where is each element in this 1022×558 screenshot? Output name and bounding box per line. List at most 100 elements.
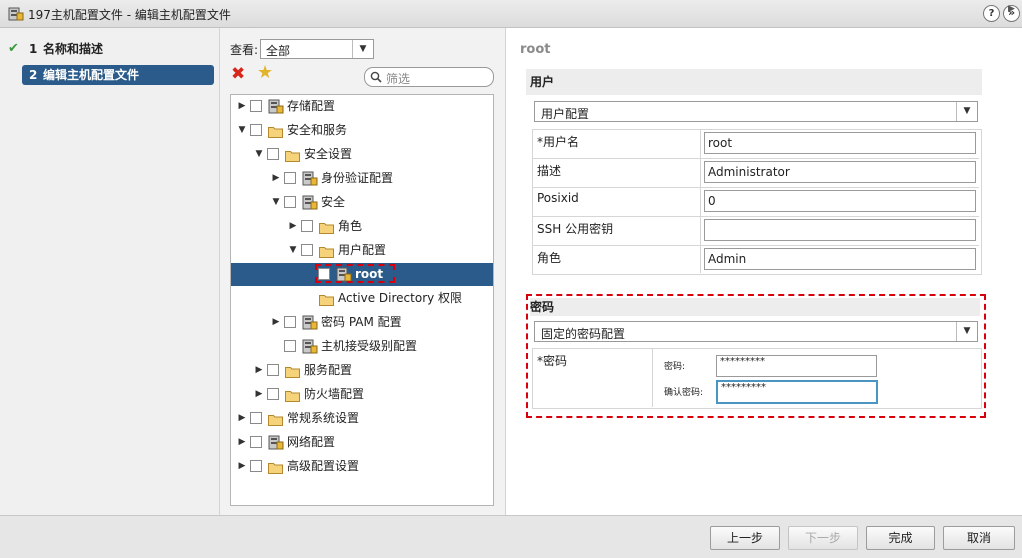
tree-row-label: 存储配置: [287, 99, 336, 113]
user-policy-value: 用户配置: [541, 107, 590, 121]
tree-row[interactable]: 主机接受级别配置: [231, 335, 493, 358]
collapse-toggle-icon[interactable]: ▼: [288, 239, 298, 262]
tree-row[interactable]: root: [231, 263, 493, 286]
tree-checkbox[interactable]: [250, 124, 262, 136]
tree-row[interactable]: ▼ 安全和服务: [231, 119, 493, 142]
filter-input[interactable]: 筛选: [364, 67, 494, 87]
tree-row[interactable]: ▶ 高级配置设置: [231, 455, 493, 478]
view-select[interactable]: 全部 ▼: [260, 39, 374, 59]
collapse-toggle-icon[interactable]: ▼: [271, 191, 281, 214]
back-button[interactable]: 上一步: [710, 526, 780, 550]
tree-checkbox[interactable]: [250, 412, 262, 424]
user-field-input[interactable]: 0: [704, 190, 976, 212]
filter-placeholder: 筛选: [386, 72, 411, 86]
user-field-input[interactable]: root: [704, 132, 976, 154]
user-field-input[interactable]: Admin: [704, 248, 976, 270]
remove-icon[interactable]: ✖: [231, 66, 245, 83]
folder-icon: [285, 147, 300, 162]
folder-icon: [268, 123, 283, 138]
tree-row[interactable]: ▶ 防火墙配置: [231, 383, 493, 406]
collapse-toggle-icon[interactable]: ▼: [254, 143, 264, 166]
chevron-down-icon: ▼: [956, 102, 977, 121]
window-title: 197主机配置文件 - 编辑主机配置文件: [28, 8, 231, 22]
search-icon: [370, 71, 382, 83]
user-policy-select[interactable]: 用户配置 ▼: [534, 101, 978, 122]
next-button[interactable]: 下一步: [788, 526, 858, 550]
selected-node-highlight: [315, 264, 395, 283]
user-field-input[interactable]: [704, 219, 976, 241]
user-section-heading: 用户: [530, 75, 555, 89]
tree-row[interactable]: ▼ 安全设置: [231, 143, 493, 166]
tree-row[interactable]: ▶ 身份验证配置: [231, 167, 493, 190]
favorite-star-icon[interactable]: ★: [257, 64, 273, 82]
tree-checkbox[interactable]: [284, 172, 296, 184]
chevron-down-icon: ▼: [956, 322, 977, 341]
tree-checkbox[interactable]: [250, 100, 262, 112]
tree-checkbox[interactable]: [301, 244, 313, 256]
expand-toggle-icon[interactable]: ▶: [237, 431, 247, 454]
detail-pane: root 用户 用户配置 ▼ 密码 固定的密码配置 ▼ *密码 密码: ****…: [506, 4, 1022, 515]
folder-icon: [319, 291, 334, 306]
tree-row[interactable]: ▶ 存储配置: [231, 95, 493, 118]
cancel-button[interactable]: 取消: [943, 526, 1015, 550]
folder-icon: [268, 411, 283, 426]
tree-checkbox[interactable]: [250, 460, 262, 472]
tree-row[interactable]: ▼ 用户配置: [231, 239, 493, 262]
title-bar: 197主机配置文件 - 编辑主机配置文件 ? »: [0, 0, 1022, 28]
step-name-description[interactable]: ✔ 1 名称和描述: [8, 39, 214, 59]
column-divider: [700, 130, 701, 273]
tree-row-label: 角色: [338, 219, 363, 233]
collapse-toggle-icon[interactable]: ▼: [237, 119, 247, 142]
tree-row[interactable]: ▶ 常规系统设置: [231, 407, 493, 430]
tree-row-label: 网络配置: [287, 435, 336, 449]
tree-row[interactable]: ▶ 密码 PAM 配置: [231, 311, 493, 334]
tree-row[interactable]: ▶ 角色: [231, 215, 493, 238]
tree-checkbox[interactable]: [267, 364, 279, 376]
tree-checkbox[interactable]: [267, 388, 279, 400]
folder-icon: [319, 219, 334, 234]
row-divider: [533, 187, 979, 188]
password-input[interactable]: *********: [716, 355, 877, 377]
expand-toggle-icon[interactable]: ▶: [271, 311, 281, 334]
expand-toggle-icon[interactable]: ▶: [288, 215, 298, 238]
host-config-icon: [268, 99, 284, 114]
tree-row-label: 高级配置设置: [287, 459, 360, 473]
expand-toggle-icon[interactable]: ▶: [237, 455, 247, 478]
folder-icon: [285, 387, 300, 402]
tree-row-label: 常规系统设置: [287, 411, 360, 425]
expand-toggle-icon[interactable]: ▶: [237, 407, 247, 430]
profile-tree-pane: 查看: 全部 ▼ ✖ ★ 筛选 ▶ 存储配置 ▼ 安全和服务 ▼ 安全设置 ▶ 身份验证配置 ▼…: [220, 28, 506, 515]
step-edit-host-profile[interactable]: 2 编辑主机配置文件: [22, 65, 214, 85]
confirm-password-input[interactable]: *********: [716, 380, 878, 404]
tree-row[interactable]: ▶ 服务配置: [231, 359, 493, 382]
finish-button[interactable]: 完成: [866, 526, 935, 550]
folder-icon: [319, 243, 334, 258]
folder-icon: [285, 363, 300, 378]
user-field-input[interactable]: Administrator: [704, 161, 976, 183]
tree-row[interactable]: ▶ 网络配置: [231, 431, 493, 454]
edge-arrow-icon: ▶: [1008, 4, 1015, 14]
view-select-value: 全部: [266, 44, 291, 58]
row-divider: [533, 158, 979, 159]
password-policy-select[interactable]: 固定的密码配置 ▼: [534, 321, 978, 342]
tree-checkbox[interactable]: [284, 340, 296, 352]
expand-toggle-icon[interactable]: ▶: [254, 359, 264, 382]
step-label: 编辑主机配置文件: [43, 68, 140, 82]
help-icon[interactable]: ?: [983, 5, 1000, 22]
tree-checkbox[interactable]: [267, 148, 279, 160]
tree-row-label: Active Directory 权限: [338, 291, 463, 305]
tree-row[interactable]: ▼ 安全: [231, 191, 493, 214]
column-divider: [652, 349, 653, 407]
tree-row[interactable]: Active Directory 权限: [231, 287, 493, 310]
user-field-label: Posixid: [537, 191, 579, 205]
tree-checkbox[interactable]: [284, 196, 296, 208]
tree-checkbox[interactable]: [301, 220, 313, 232]
expand-toggle-icon[interactable]: ▶: [237, 95, 247, 118]
tree-checkbox[interactable]: [284, 316, 296, 328]
step-number: 1: [29, 42, 38, 56]
host-config-icon: [302, 171, 318, 186]
password-field-label: *密码: [537, 354, 568, 368]
expand-toggle-icon[interactable]: ▶: [254, 383, 264, 406]
tree-checkbox[interactable]: [250, 436, 262, 448]
expand-toggle-icon[interactable]: ▶: [271, 167, 281, 190]
